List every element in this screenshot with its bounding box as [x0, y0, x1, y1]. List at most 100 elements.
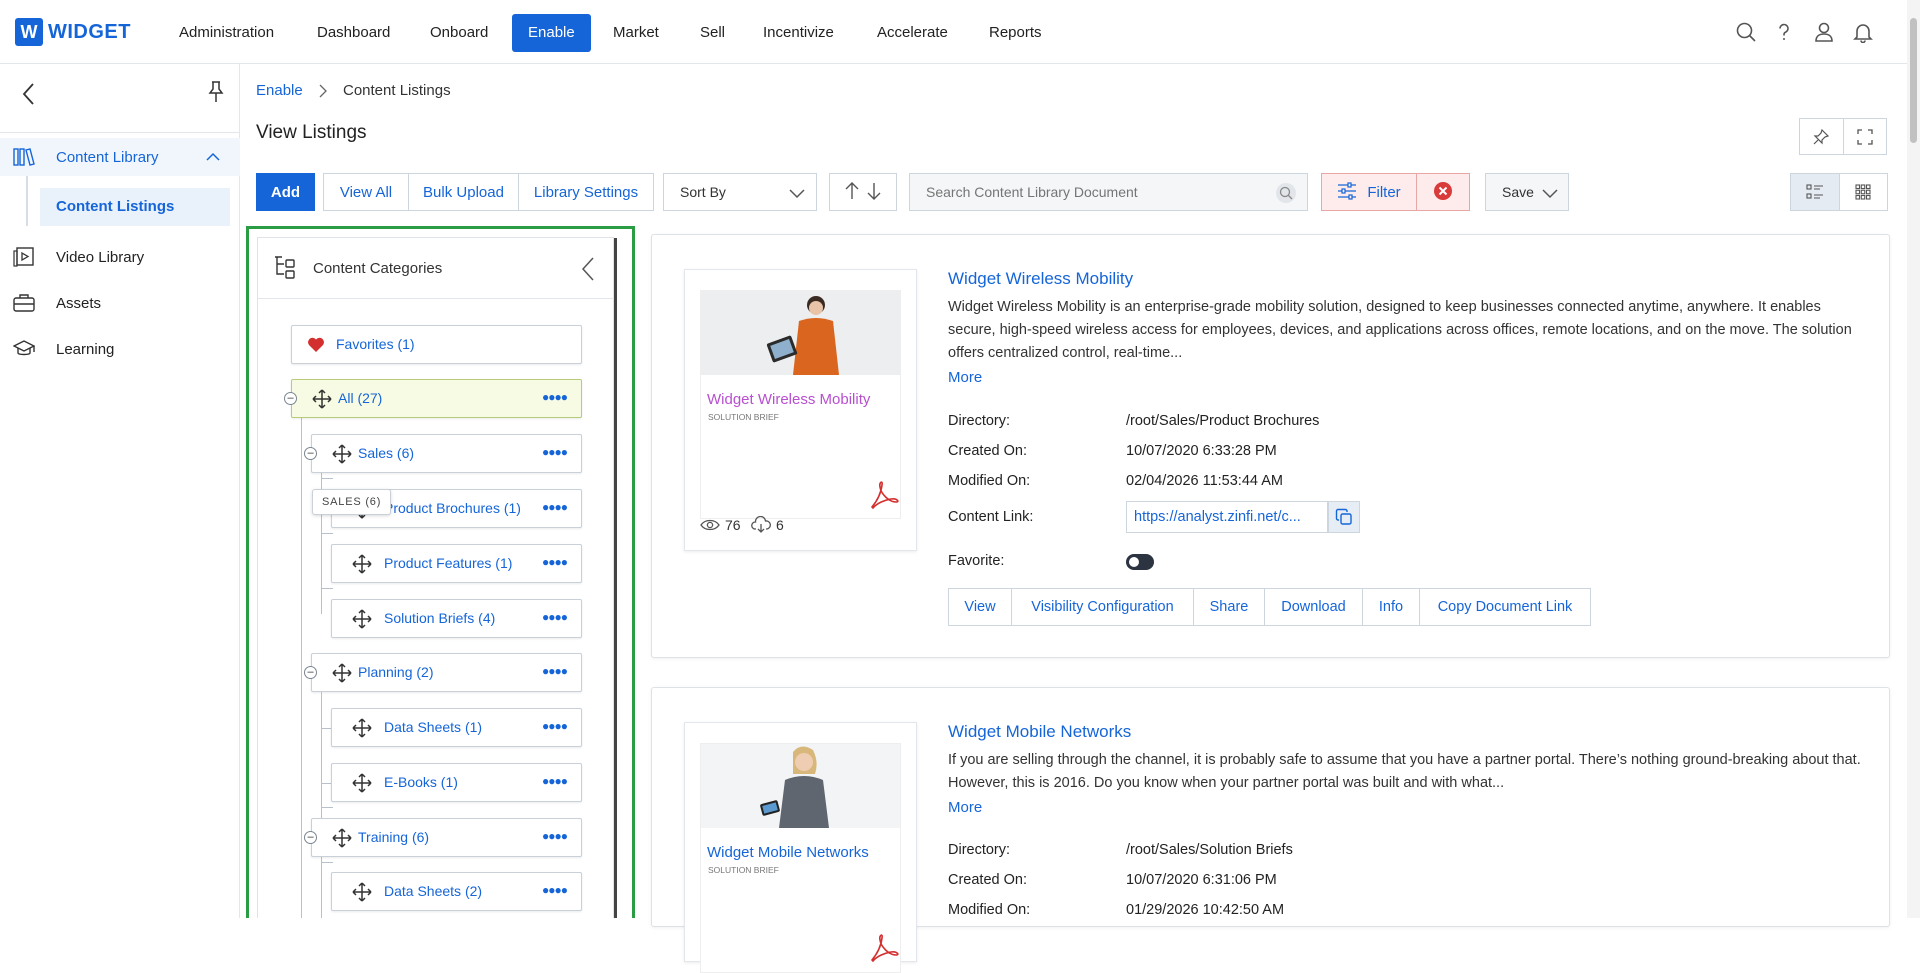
category-data-sheets[interactable]: Data Sheets (1) ●●●● — [331, 708, 582, 747]
grid-view-icon[interactable] — [1839, 174, 1887, 210]
more-options-icon[interactable]: ●●●● — [542, 610, 568, 624]
more-link[interactable]: More — [948, 799, 982, 816]
search-field[interactable] — [909, 173, 1308, 211]
category-data-sheets-training[interactable]: Data Sheets (2) ●●●● — [331, 872, 582, 911]
move-arrows-icon[interactable] — [332, 444, 352, 464]
sidebar-item-learning[interactable]: Learning — [0, 330, 240, 368]
help-icon[interactable] — [1772, 20, 1796, 44]
more-options-icon[interactable]: ●●●● — [542, 829, 568, 843]
pin-view-icon[interactable] — [1800, 119, 1844, 154]
copy-link-icon[interactable] — [1328, 501, 1360, 533]
library-settings-button[interactable]: Library Settings — [518, 173, 654, 211]
view-all-button[interactable]: View All — [323, 173, 409, 211]
collapse-sidebar-chevron-left-icon[interactable] — [18, 80, 40, 108]
user-profile-icon[interactable] — [1812, 20, 1836, 44]
more-options-icon[interactable]: ●●●● — [542, 883, 568, 897]
sort-by-dropdown[interactable]: Sort By — [663, 173, 817, 211]
add-button[interactable]: Add — [256, 173, 315, 211]
category-favorites[interactable]: Favorites (1) — [291, 325, 582, 364]
category-training[interactable]: Training (6) ●●●● — [311, 818, 582, 857]
favorite-toggle[interactable] — [1126, 554, 1154, 570]
sort-direction-toggle[interactable] — [829, 173, 897, 211]
page-scrollbar[interactable] — [1907, 0, 1920, 918]
arrow-down-icon[interactable] — [866, 181, 882, 204]
sidebar-item-label: Learning — [56, 340, 115, 358]
more-options-icon[interactable]: ●●●● — [542, 445, 568, 459]
sidebar-item-assets[interactable]: Assets — [0, 284, 240, 322]
content-link-field[interactable]: https://analyst.zinfi.net/c... — [1126, 501, 1360, 533]
move-arrows-icon[interactable] — [352, 882, 372, 902]
category-all[interactable]: All (27) ●●●● — [291, 379, 582, 418]
categories-scrollbar[interactable] — [614, 238, 617, 918]
more-options-icon[interactable]: ●●●● — [542, 500, 568, 514]
nav-sell[interactable]: Sell — [684, 14, 741, 52]
category-solution-briefs[interactable]: Solution Briefs (4) ●●●● — [331, 599, 582, 638]
move-arrows-icon[interactable] — [332, 663, 352, 683]
document-preview[interactable]: Widget Wireless Mobility SOLUTION BRIEF — [700, 290, 901, 519]
sidebar-item-content-library[interactable]: Content Library — [0, 138, 240, 176]
visibility-configuration-button[interactable]: Visibility Configuration — [1011, 588, 1194, 626]
download-button[interactable]: Download — [1264, 588, 1363, 626]
listing-title-link[interactable]: Widget Mobile Networks — [948, 722, 1131, 742]
category-sales[interactable]: Sales (6) ●●●● — [311, 434, 582, 473]
category-planning[interactable]: Planning (2) ●●●● — [311, 653, 582, 692]
copy-document-link-button[interactable]: Copy Document Link — [1419, 588, 1591, 626]
clear-filter-button[interactable] — [1416, 173, 1470, 211]
more-link[interactable]: More — [948, 369, 982, 386]
more-options-icon[interactable]: ●●●● — [542, 390, 568, 404]
info-button[interactable]: Info — [1362, 588, 1420, 626]
chevron-up-icon[interactable] — [206, 150, 220, 168]
pin-icon[interactable] — [205, 80, 229, 106]
nav-reports[interactable]: Reports — [973, 14, 1058, 52]
fullscreen-icon[interactable] — [1844, 119, 1887, 154]
move-arrows-icon[interactable] — [352, 554, 372, 574]
category-product-features[interactable]: Product Features (1) ●●●● — [331, 544, 582, 583]
nav-onboard[interactable]: Onboard — [414, 14, 504, 52]
search-icon[interactable] — [1276, 183, 1296, 203]
move-arrows-icon[interactable] — [332, 828, 352, 848]
arrow-up-icon[interactable] — [844, 181, 860, 204]
document-thumbnail-card[interactable]: Widget Mobile Networks SOLUTION BRIEF — [684, 722, 917, 973]
content-link-label: Content Link: — [948, 509, 1034, 525]
collapse-panel-chevron-left-icon[interactable] — [580, 256, 596, 285]
collapse-minus-icon[interactable]: – — [304, 666, 317, 679]
page-scrollbar-thumb[interactable] — [1910, 18, 1917, 143]
document-preview[interactable]: Widget Mobile Networks SOLUTION BRIEF — [700, 743, 901, 973]
search-icon[interactable] — [1734, 20, 1758, 44]
sidebar-item-content-listings[interactable]: Content Listings — [40, 188, 230, 226]
view-button[interactable]: View — [948, 588, 1012, 626]
save-dropdown[interactable]: Save — [1485, 173, 1569, 211]
content-link-value[interactable]: https://analyst.zinfi.net/c... — [1134, 509, 1301, 525]
breadcrumb-enable[interactable]: Enable — [256, 82, 303, 99]
listing-card: Widget Mobile Networks SOLUTION BRIEF Wi… — [651, 687, 1890, 973]
move-arrows-icon[interactable] — [352, 609, 372, 629]
collapse-minus-icon[interactable]: – — [284, 392, 297, 405]
sidebar-item-video-library[interactable]: Video Library — [0, 238, 240, 276]
more-options-icon[interactable]: ●●●● — [542, 774, 568, 788]
list-view-icon[interactable] — [1791, 174, 1840, 210]
collapse-minus-icon[interactable]: – — [304, 447, 317, 460]
collapse-minus-icon[interactable]: – — [304, 831, 317, 844]
listing-title-link[interactable]: Widget Wireless Mobility — [948, 269, 1133, 289]
category-tree-icon — [274, 256, 298, 285]
app-logo[interactable]: W WIDGET — [15, 18, 131, 46]
nav-administration[interactable]: Administration — [163, 14, 290, 52]
category-ebooks[interactable]: E-Books (1) ●●●● — [331, 763, 582, 802]
more-options-icon[interactable]: ●●●● — [542, 719, 568, 733]
document-thumbnail-card[interactable]: Widget Wireless Mobility SOLUTION BRIEF … — [684, 269, 917, 551]
nav-enable[interactable]: Enable — [512, 14, 591, 52]
nav-dashboard[interactable]: Dashboard — [301, 14, 406, 52]
more-options-icon[interactable]: ●●●● — [542, 555, 568, 569]
search-input[interactable] — [910, 174, 1260, 210]
move-arrows-icon[interactable] — [312, 389, 332, 409]
move-arrows-icon[interactable] — [352, 773, 372, 793]
notification-bell-icon[interactable] — [1851, 20, 1875, 44]
more-options-icon[interactable]: ●●●● — [542, 664, 568, 678]
nav-market[interactable]: Market — [597, 14, 675, 52]
bulk-upload-button[interactable]: Bulk Upload — [408, 173, 519, 211]
move-arrows-icon[interactable] — [352, 718, 372, 738]
nav-accelerate[interactable]: Accelerate — [861, 14, 964, 52]
nav-incentivize[interactable]: Incentivize — [747, 14, 850, 52]
share-button[interactable]: Share — [1193, 588, 1265, 626]
filter-button[interactable]: Filter — [1321, 173, 1417, 211]
